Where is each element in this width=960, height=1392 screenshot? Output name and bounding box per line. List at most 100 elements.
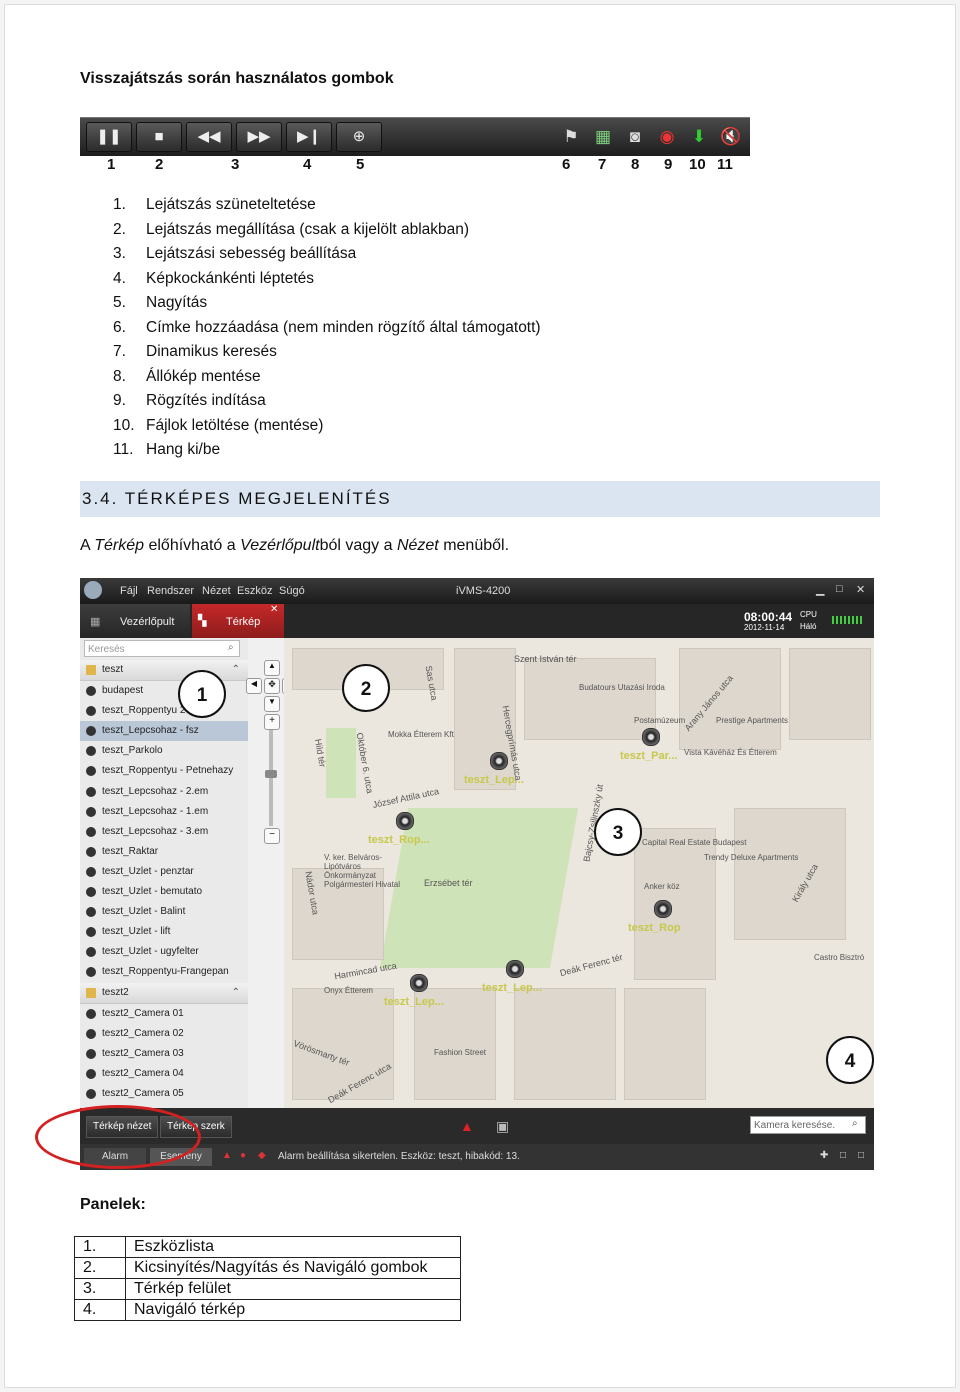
pin-icon[interactable]: ✚ bbox=[820, 1150, 828, 1161]
devices-icon[interactable]: ▣ bbox=[496, 1118, 509, 1135]
tree-item-label: teszt_Roppentyu - Petnehazy bbox=[102, 765, 234, 777]
maximize-icon[interactable]: □ bbox=[836, 583, 843, 595]
camera-marker[interactable] bbox=[410, 974, 428, 992]
tree-item-label: teszt2_Camera 01 bbox=[102, 1007, 184, 1019]
pan-down-icon[interactable]: ▼ bbox=[264, 696, 280, 712]
tree-camera-item[interactable]: teszt2_Camera 03 bbox=[80, 1044, 248, 1064]
tab-close-icon[interactable]: ✕ bbox=[270, 604, 278, 615]
camera-icon bbox=[86, 1028, 96, 1039]
zoom-icon[interactable]: ⊕ bbox=[336, 122, 382, 152]
list-number: 8. bbox=[113, 367, 126, 385]
tab-control-panel[interactable]: ▦ Vezérlőpult bbox=[80, 604, 190, 638]
tree-item-label: teszt_Roppentyu-Frangepan bbox=[102, 966, 229, 978]
minimize-icon[interactable]: ▁ bbox=[816, 583, 824, 596]
tree-camera-item[interactable]: teszt2_Camera 04 bbox=[80, 1064, 248, 1084]
camera-marker[interactable] bbox=[642, 728, 660, 746]
camera-icon bbox=[86, 706, 96, 717]
tree-camera-item[interactable]: teszt_Lepcsohaz - 3.em bbox=[80, 822, 248, 842]
list-item: 7. Dinamikus keresés bbox=[113, 343, 541, 368]
menu-view[interactable]: Nézet bbox=[202, 585, 231, 597]
tree-camera-item[interactable]: teszt_Roppentyu-Frangepan bbox=[80, 962, 248, 982]
zoom-slider-handle[interactable] bbox=[265, 770, 277, 778]
map-block bbox=[734, 808, 846, 940]
list-number: 11. bbox=[113, 441, 134, 458]
panels-row: 3. Térkép felület bbox=[74, 1278, 461, 1300]
toolbar-number: 3 bbox=[231, 156, 240, 173]
download-icon[interactable]: ⬇ bbox=[686, 124, 712, 150]
tree-camera-item[interactable]: teszt_Uzlet - penztar bbox=[80, 862, 248, 882]
close-icon[interactable]: ✕ bbox=[856, 583, 865, 596]
camera-marker[interactable] bbox=[654, 900, 672, 918]
menu-tools[interactable]: Eszköz bbox=[237, 585, 272, 597]
alarm-off-icon[interactable]: ● bbox=[240, 1150, 246, 1161]
rewind-icon[interactable]: ◀◀ bbox=[186, 122, 232, 152]
zoom-slider-track[interactable] bbox=[269, 730, 273, 826]
tree-camera-item[interactable]: teszt_Lepcsohaz - fsz bbox=[80, 721, 248, 742]
alarm-clear-icon[interactable]: ◆ bbox=[258, 1150, 266, 1161]
panel-name: Navigáló térkép bbox=[125, 1299, 461, 1321]
tree-camera-item[interactable]: teszt_Uzlet - ugyfelter bbox=[80, 942, 248, 962]
menu-help[interactable]: Súgó bbox=[279, 585, 305, 597]
camera-marker[interactable] bbox=[490, 752, 508, 770]
intro-term-map: Térkép bbox=[94, 537, 145, 554]
tree-camera-item[interactable]: teszt_Uzlet - Balint bbox=[80, 902, 248, 922]
tree-camera-item[interactable]: teszt_Lepcsohaz - 1.em bbox=[80, 802, 248, 822]
tree-group[interactable]: teszt ⌃ bbox=[80, 660, 248, 682]
menu-file[interactable]: Fájl bbox=[120, 585, 138, 597]
panels-table: 1. Eszközlista 2. Kicsinyítés/Nagyítás és N… bbox=[74, 1236, 461, 1321]
menu-system[interactable]: Rendszer bbox=[147, 585, 194, 597]
fast-forward-icon[interactable]: ▶▶ bbox=[236, 122, 282, 152]
record-icon[interactable]: ◉ bbox=[654, 124, 680, 150]
stop-icon[interactable]: ■ bbox=[136, 122, 182, 152]
poi-label: Anker köz bbox=[644, 882, 680, 891]
alarm-icon[interactable]: ▲ bbox=[460, 1118, 474, 1134]
audio-icon[interactable]: 🔇 bbox=[718, 124, 744, 150]
playback-toolbar: ❚❚ ■ ◀◀ ▶▶ ▶❙ ⊕ ⚑ ▦ ◙ ◉ ⬇ 🔇 bbox=[80, 117, 750, 156]
zoom-in-icon[interactable]: + bbox=[264, 714, 280, 730]
tree-camera-item[interactable]: teszt2_Camera 02 bbox=[80, 1024, 248, 1044]
tab-map[interactable]: ▚ Térkép ✕ bbox=[192, 604, 284, 638]
tree-camera-item[interactable]: teszt2_Camera 01 bbox=[80, 1004, 248, 1024]
camera-label: teszt_Lep... bbox=[464, 774, 524, 786]
tree-camera-item[interactable]: teszt_Parkolo bbox=[80, 741, 248, 761]
zoom-out-icon[interactable]: − bbox=[264, 828, 280, 844]
tree-camera-item[interactable]: teszt2_Camera 05 bbox=[80, 1084, 248, 1104]
camera-marker[interactable] bbox=[506, 960, 524, 978]
alarm-bell-icon[interactable]: ▲ bbox=[222, 1150, 232, 1161]
pause-icon[interactable]: ❚❚ bbox=[86, 122, 132, 152]
device-search-input[interactable]: Keresés bbox=[84, 640, 240, 657]
tree-camera-item[interactable]: teszt_Roppentyu - Petnehazy bbox=[80, 761, 248, 781]
camera-icon[interactable]: ◙ bbox=[622, 124, 648, 150]
tree-camera-item[interactable]: teszt_Uzlet - bemutato bbox=[80, 882, 248, 902]
search-icon[interactable]: ⌕ bbox=[852, 1118, 858, 1129]
tree-camera-item[interactable]: teszt_Uzlet - lift bbox=[80, 922, 248, 942]
list-text: Állókép mentése bbox=[146, 367, 261, 385]
camera-search-input[interactable]: Kamera keresése. bbox=[750, 1116, 866, 1134]
pan-center-icon[interactable]: ✥ bbox=[264, 678, 280, 694]
collapse-icon[interactable]: ⌃ bbox=[232, 660, 240, 680]
camera-icon bbox=[86, 866, 96, 877]
intro-text: menüből. bbox=[438, 537, 510, 554]
list-number: 6. bbox=[113, 318, 126, 336]
highlight-ring bbox=[35, 1105, 201, 1169]
tree-camera-item[interactable]: teszt_Raktar bbox=[80, 842, 248, 862]
camera-marker[interactable] bbox=[396, 812, 414, 830]
tag-icon[interactable]: ⚑ bbox=[558, 124, 584, 150]
camera-icon bbox=[86, 766, 96, 777]
collapse-icon[interactable]: ⌃ bbox=[232, 983, 240, 1003]
pan-left-icon[interactable]: ◀ bbox=[246, 678, 262, 694]
restore-icon[interactable]: □ bbox=[840, 1150, 846, 1161]
close-icon[interactable]: □ bbox=[858, 1150, 864, 1161]
step-frame-icon[interactable]: ▶❙ bbox=[286, 122, 332, 152]
tree-group[interactable]: teszt2 ⌃ bbox=[80, 982, 248, 1004]
list-item: 6. Címke hozzáadása (nem minden rögzítő á… bbox=[113, 319, 541, 344]
cpu-label: CPU bbox=[800, 610, 817, 619]
camera-icon bbox=[86, 826, 96, 837]
chart-icon[interactable]: ▦ bbox=[590, 124, 616, 150]
list-item: 10. Fájlok letöltése (mentése) bbox=[113, 417, 541, 442]
search-icon[interactable]: ⌕ bbox=[228, 642, 234, 653]
ivms-app-window: Fájl Rendszer Nézet Eszköz Súgó iVMS-420… bbox=[80, 578, 874, 1170]
map-block bbox=[789, 648, 871, 740]
pan-up-icon[interactable]: ▲ bbox=[264, 660, 280, 676]
tree-camera-item[interactable]: teszt_Lepcsohaz - 2.em bbox=[80, 782, 248, 802]
